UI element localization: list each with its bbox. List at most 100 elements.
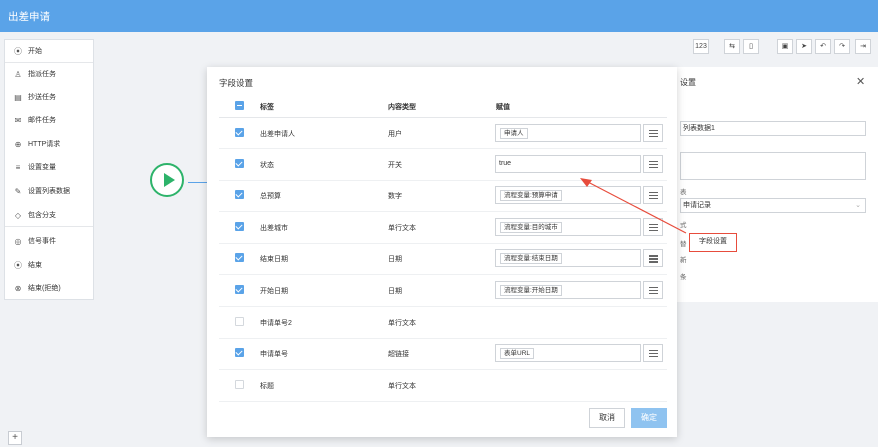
value-tag: 流程变量:开始日期 bbox=[500, 285, 562, 296]
panel-title: 设置 bbox=[680, 78, 696, 87]
form-select[interactable]: 申请记录 ⌄ bbox=[680, 198, 866, 213]
header-value: 赋值 bbox=[496, 104, 510, 111]
palette-item-label: 抄送任务 bbox=[28, 94, 56, 101]
variable-icon[interactable]: ⇆ bbox=[724, 39, 740, 54]
description-textarea[interactable] bbox=[680, 152, 866, 180]
value-input[interactable]: 流程变量:预算申请 bbox=[495, 186, 641, 205]
value-tag: 流程变量:目的城市 bbox=[500, 221, 562, 233]
field-label: 出差申请人 bbox=[260, 131, 295, 138]
field-row: 标题 单行文本 bbox=[219, 370, 667, 402]
users-icon: ♙ bbox=[14, 69, 22, 79]
option-label-2: 新 bbox=[680, 257, 687, 264]
close-icon[interactable]: ✕ bbox=[856, 75, 865, 88]
row-checkbox[interactable] bbox=[235, 128, 244, 137]
exit-icon[interactable]: ⇥ bbox=[855, 39, 871, 54]
play-circle-icon: ⦿ bbox=[14, 46, 22, 56]
field-settings-button[interactable]: 字段设置 bbox=[689, 233, 737, 252]
palette-item[interactable]: ◎ 信号事件 bbox=[5, 230, 93, 252]
field-label: 总预算 bbox=[260, 193, 281, 201]
palette-item[interactable]: ⊗ 结束(拒绝) bbox=[5, 277, 93, 299]
header-label: 标签 bbox=[260, 104, 274, 111]
value-input[interactable]: 表单URL bbox=[495, 344, 641, 363]
field-label: 结束日期 bbox=[260, 256, 288, 264]
name-input[interactable]: 列表数据1 bbox=[680, 121, 866, 136]
value-input[interactable]: 流程变量:目的城市 bbox=[495, 217, 641, 236]
row-checkbox[interactable] bbox=[235, 316, 244, 326]
field-type: 用户 bbox=[388, 131, 402, 138]
reject-icon: ⊗ bbox=[14, 283, 22, 293]
field-settings-dialog: 字段设置 标签 内容类型 赋值 出差申请人 用户 申请人 状态 开关 true 总预算 数字流… bbox=[207, 67, 677, 437]
diamond-icon: ◇ bbox=[14, 210, 22, 220]
row-checkbox[interactable] bbox=[235, 221, 244, 231]
count-button[interactable]: 123 bbox=[693, 39, 709, 54]
field-type: 开关 bbox=[388, 161, 402, 169]
palette-item-label: 开始 bbox=[28, 48, 42, 55]
add-button[interactable]: + bbox=[8, 431, 22, 445]
connector-line bbox=[188, 182, 208, 183]
field-label: 标题 bbox=[260, 382, 274, 390]
value-tag: 流程变量:预算申请 bbox=[500, 190, 562, 202]
app-header: 出差申请 bbox=[0, 0, 878, 32]
row-checkbox[interactable] bbox=[235, 348, 244, 358]
field-label: 申请单号 bbox=[260, 351, 288, 359]
field-row: 申请单号2 单行文本 bbox=[219, 307, 667, 339]
list-icon[interactable] bbox=[643, 344, 663, 363]
list-icon[interactable] bbox=[643, 249, 663, 268]
field-type: 单行文本 bbox=[388, 319, 416, 327]
app-title: 出差申请 bbox=[8, 11, 50, 23]
list-icon[interactable] bbox=[643, 154, 663, 173]
start-node[interactable] bbox=[150, 163, 184, 197]
row-checkbox[interactable] bbox=[235, 285, 244, 294]
mail-icon: ✉ bbox=[14, 115, 22, 125]
field-type: 日期 bbox=[388, 288, 402, 295]
field-row: 状态 开关 true bbox=[219, 149, 667, 181]
field-row: 出差申请人 用户 申请人 bbox=[219, 117, 667, 149]
palette-item-label: 包含分支 bbox=[28, 212, 56, 219]
value-input[interactable]: 申请人 bbox=[495, 124, 641, 142]
undo-icon[interactable]: ↶ bbox=[815, 39, 831, 54]
row-checkbox[interactable] bbox=[235, 253, 244, 263]
palette-item[interactable]: ⦿ 开始 bbox=[5, 40, 93, 62]
palette-item-label: 结束 bbox=[28, 262, 42, 269]
option-label-3: 条 bbox=[680, 274, 687, 281]
redo-icon[interactable]: ↷ bbox=[834, 39, 850, 54]
palette-item[interactable]: ⊕ HTTP请求 bbox=[5, 133, 93, 155]
palette-item-label: 信号事件 bbox=[28, 238, 56, 245]
value-input[interactable]: 流程变量:开始日期 bbox=[495, 281, 641, 299]
row-checkbox[interactable] bbox=[235, 158, 244, 168]
palette-item[interactable]: ♙ 指派任务 bbox=[5, 63, 93, 85]
value-input[interactable]: true bbox=[495, 154, 641, 173]
palette-item[interactable]: ≡ 设置变量 bbox=[5, 156, 93, 178]
row-checkbox[interactable] bbox=[235, 190, 244, 200]
list-icon[interactable] bbox=[643, 186, 663, 205]
confirm-button[interactable]: 确定 bbox=[631, 408, 667, 428]
cancel-button[interactable]: 取消 bbox=[589, 408, 625, 428]
value-tag: 申请人 bbox=[500, 128, 528, 139]
row-checkbox[interactable] bbox=[235, 379, 244, 389]
value-tag: 流程变量:结束日期 bbox=[500, 253, 562, 265]
palette-item[interactable]: ▤ 抄送任务 bbox=[5, 86, 93, 108]
field-type: 日期 bbox=[388, 256, 402, 264]
document-icon[interactable]: ▯ bbox=[743, 39, 759, 54]
option-label-1: 替 bbox=[680, 241, 687, 248]
select-all-checkbox[interactable] bbox=[235, 101, 244, 110]
save-icon[interactable]: ▣ bbox=[777, 39, 793, 54]
palette-item[interactable]: ✎ 设置列表数据 bbox=[5, 180, 93, 202]
palette-item[interactable]: ✉ 邮件任务 bbox=[5, 109, 93, 131]
value-input[interactable]: 流程变量:结束日期 bbox=[495, 249, 641, 268]
field-label: 开始日期 bbox=[260, 288, 288, 295]
node-palette: ⦿ 开始 ♙ 指派任务 ▤ 抄送任务 ✉ 邮件任务 ⊕ HTTP请求 ≡ 设置变量 ✎ 设置列表数据 ◇ 包含… bbox=[4, 39, 94, 300]
property-panel: 设置 ✕ 列表数据1 表 申请记录 ⌄ 式 替 字段设置 新 条 bbox=[672, 67, 878, 302]
list-icon[interactable] bbox=[643, 217, 663, 236]
header-type: 内容类型 bbox=[388, 104, 416, 111]
list-icon[interactable] bbox=[643, 281, 663, 299]
palette-item-label: HTTP请求 bbox=[28, 141, 61, 148]
palette-item-label: 设置变量 bbox=[28, 164, 56, 171]
palette-item[interactable]: ⦿ 结束 bbox=[5, 254, 93, 276]
field-row: 总预算 数字 流程变量:预算申请 bbox=[219, 180, 667, 213]
globe-icon: ⊕ bbox=[14, 139, 22, 149]
send-icon[interactable]: ➤ bbox=[796, 39, 812, 54]
list-icon[interactable] bbox=[643, 124, 663, 142]
chevron-down-icon: ⌄ bbox=[855, 202, 861, 209]
palette-item[interactable]: ◇ 包含分支 bbox=[5, 204, 93, 226]
